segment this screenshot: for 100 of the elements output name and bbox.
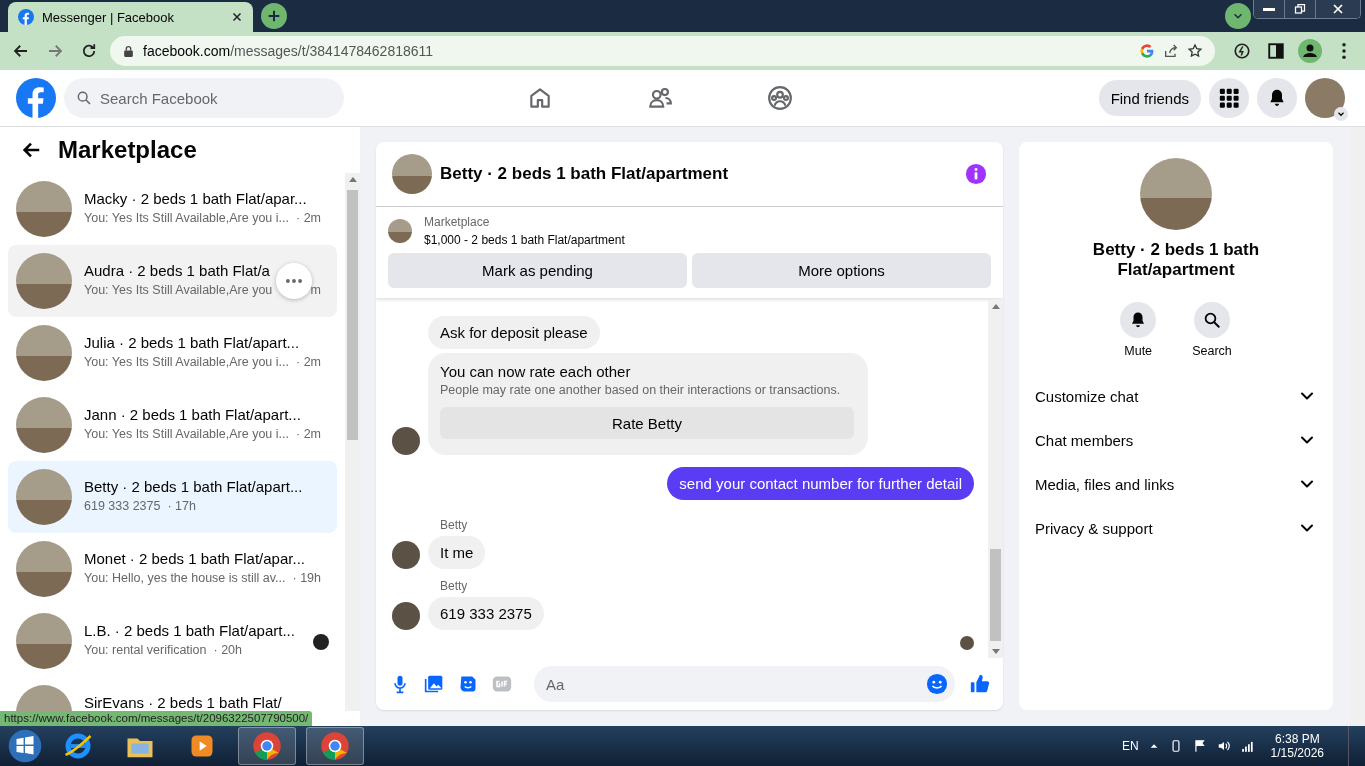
close-button[interactable] xyxy=(1315,0,1360,18)
facebook-logo-icon xyxy=(16,78,56,118)
message-bubble: It me xyxy=(428,536,486,569)
photo-placeholder xyxy=(16,469,72,525)
search-field[interactable]: Search Facebook xyxy=(64,78,344,118)
share-icon xyxy=(1163,43,1179,59)
photo-placeholder xyxy=(392,154,432,194)
language-indicator[interactable]: EN xyxy=(1121,739,1139,753)
message-preview: 619 333 2375 xyxy=(84,499,161,513)
message-time: · 2m xyxy=(296,427,321,441)
message-time: · 17h xyxy=(167,499,196,513)
conversation-name: Julia · 2 beds 1 bath Flat/apart... xyxy=(84,334,301,351)
browser-tab[interactable]: Messenger | Facebook xyxy=(8,2,253,32)
rate-button[interactable]: Rate Betty xyxy=(440,407,854,439)
conversation-item[interactable]: L.B. · 2 beds 1 bath Flat/apart... You: rental verification · 20h xyxy=(8,605,337,677)
conversation-name: Jann · 2 beds 1 bath Flat/apart... xyxy=(84,406,302,423)
browser-e-icon xyxy=(63,731,93,761)
new-tab-button[interactable] xyxy=(261,3,287,29)
card-text: People may rate one another based on their interactions or transactions. xyxy=(440,383,842,397)
notifications-button[interactable] xyxy=(1257,78,1297,118)
sidebar-title: Marketplace xyxy=(58,136,197,164)
plus-icon xyxy=(266,8,282,24)
photo-placeholder xyxy=(16,397,72,453)
message-preview: You: Hello, yes the house is still av... xyxy=(84,571,286,585)
conversation-item[interactable]: Macky · 2 beds 1 bath Flat/apar... You: Yes Its Still Available,Are you i... · 2m xyxy=(8,173,337,245)
more-button[interactable] xyxy=(276,263,312,299)
scrollbar[interactable] xyxy=(988,300,1003,658)
minimize-icon xyxy=(1263,7,1275,11)
card-title: You can now rate each other xyxy=(440,363,632,380)
restore-button[interactable] xyxy=(1284,0,1315,18)
side-panel-icon xyxy=(1267,42,1285,60)
message-time: · 20h xyxy=(213,643,243,657)
section-header[interactable]: Privacy & support xyxy=(1035,506,1317,550)
menu-button[interactable] xyxy=(1209,78,1249,118)
message-preview: You: rental verification xyxy=(84,643,207,657)
url-text: facebook.com/messages/t/3841478462818611 xyxy=(143,43,435,59)
forward-arrow-icon xyxy=(46,42,64,60)
profile-button[interactable] xyxy=(1297,38,1323,64)
flag-icon xyxy=(1192,739,1207,753)
address-bar[interactable]: facebook.com/messages/t/3841478462818611 xyxy=(110,36,1215,66)
chrome-icon xyxy=(320,731,350,761)
message-bubble: send your contact number for further detail xyxy=(667,467,974,500)
facebook-logo-icon xyxy=(18,9,34,25)
signal-icon xyxy=(1240,739,1255,753)
info-icon xyxy=(965,163,987,185)
sticker-icon xyxy=(458,674,478,694)
emoji-icon xyxy=(926,673,948,695)
conversation-item[interactable]: Monet · 2 beds 1 bath Flat/apar... You: Hello, yes the house is still av... · 19h xyxy=(8,533,337,605)
message-bubble: 619 333 2375 xyxy=(428,597,544,630)
taskbar-app[interactable] xyxy=(306,727,364,765)
photo-placeholder xyxy=(16,253,72,309)
start-button[interactable] xyxy=(8,729,42,763)
conversation-item[interactable]: Betty · 2 beds 1 bath Flat/apart... 619 333 2375 · 17h xyxy=(8,461,337,533)
tab-search-button[interactable] xyxy=(1225,3,1251,29)
taskbar-app[interactable] xyxy=(238,727,296,765)
close-icon xyxy=(1332,3,1344,15)
chrome-icon xyxy=(252,731,282,761)
conversation-item[interactable]: Julia · 2 beds 1 bath Flat/apart... You: Yes Its Still Available,Are you i... · 2m xyxy=(8,317,337,389)
message-time: · 2m xyxy=(296,355,321,369)
sender-name: Betty xyxy=(440,518,468,532)
message-bubble: Ask for deposit please xyxy=(428,316,600,349)
conversation-name: Monet · 2 beds 1 bath Flat/apar... xyxy=(84,550,306,567)
conversation-item[interactable]: Audra · 2 beds 1 bath Flat/a You: Yes Its Still Available,Are you m xyxy=(8,245,337,317)
clock[interactable]: 6:38 PM 1/15/2026 xyxy=(1270,732,1324,760)
listing-button[interactable]: Mark as pending xyxy=(388,253,687,288)
scrollbar[interactable] xyxy=(1350,127,1365,726)
section-header[interactable]: Media, files and links xyxy=(1035,462,1317,506)
conversation-item[interactable]: Jann · 2 beds 1 bath Flat/apart... You: Yes Its Still Available,Are you i... · 2m xyxy=(8,389,337,461)
listing-button[interactable]: More options xyxy=(692,253,991,288)
listing-label: Marketplace xyxy=(424,215,491,229)
conversation-name: L.B. · 2 beds 1 bath Flat/apart... xyxy=(84,622,296,639)
section-header[interactable]: Customize chat xyxy=(1035,374,1317,418)
more-icon xyxy=(286,279,302,283)
restore-icon xyxy=(1294,3,1306,15)
section-header[interactable]: Chat members xyxy=(1035,418,1317,462)
windows-logo-icon xyxy=(8,729,42,763)
status-url: https://www.facebook.com/messages/t/2096322507790500/ xyxy=(0,711,313,726)
gif-icon xyxy=(492,674,512,694)
lock-icon xyxy=(122,44,135,58)
scrollbar[interactable] xyxy=(345,173,360,711)
minimize-button[interactable] xyxy=(1254,0,1284,18)
message-input[interactable]: Aa xyxy=(534,666,955,702)
google-icon xyxy=(1139,43,1155,59)
search-icon xyxy=(1203,311,1221,329)
photo-placeholder xyxy=(16,613,72,669)
like-button[interactable] xyxy=(969,673,991,695)
profile-avatar[interactable] xyxy=(1305,78,1345,118)
grid-icon xyxy=(1218,87,1240,109)
find-friends-button[interactable]: Find friends xyxy=(1098,80,1201,116)
contact-name: Betty · 2 beds 1 bath Flat/apartment xyxy=(1091,240,1261,280)
back-arrow-icon xyxy=(12,42,30,60)
message-time: · 2m xyxy=(296,211,321,225)
photo-placeholder xyxy=(16,325,72,381)
info-button[interactable] xyxy=(965,163,987,185)
photo-placeholder xyxy=(16,541,72,597)
people-icon xyxy=(647,85,673,111)
speaker-icon xyxy=(1216,739,1231,753)
message-time: · 19h xyxy=(292,571,321,585)
group-icon xyxy=(767,85,793,111)
photo-placeholder xyxy=(16,181,72,237)
